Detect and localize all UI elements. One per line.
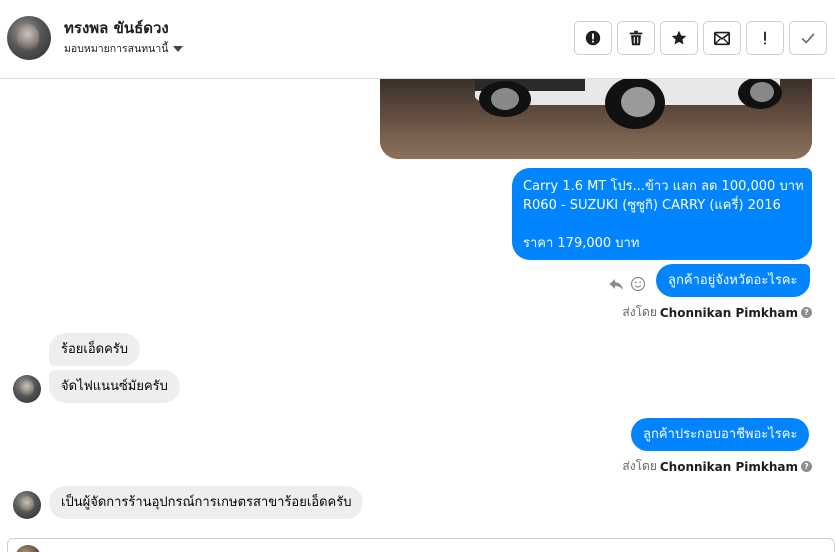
car-photo-attachment[interactable] [380, 79, 812, 159]
contact-avatar[interactable] [7, 16, 51, 60]
smiley-icon[interactable] [630, 276, 646, 292]
star-button[interactable] [660, 21, 698, 55]
caret-down-icon [173, 46, 184, 52]
incoming-message-text: ร้อยเอ็ดครับ [61, 342, 129, 357]
sent-by-prefix: ส่งโดย [622, 459, 657, 473]
incoming-message-text: จัดไฟแนนซ์มัยครับ [61, 379, 168, 394]
conversation-header: ทรงพล ขันธ์ดวง มอบหมายการสนทนานี้ [0, 0, 835, 79]
sent-by-prefix: ส่งโดย [622, 305, 657, 319]
assign-label: มอบหมายการสนทนานี้ [64, 43, 169, 55]
sent-by-name: Chonnikan Pimkham [659, 459, 798, 474]
incoming-message-text: เป็นผู้จัดการร้านอุปกรณ์การเกษตรสาขาร้อย… [61, 495, 352, 510]
outgoing-message[interactable]: ลูกค้าอยู่จังหวัดอะไรคะ [656, 264, 810, 297]
mark-spam-button[interactable] [574, 21, 612, 55]
car-photo-image [380, 79, 812, 159]
trash-icon [629, 30, 643, 46]
alert-circle-icon [585, 30, 601, 46]
mark-unread-icon [713, 31, 731, 46]
check-icon [801, 33, 815, 44]
message-actions [608, 276, 646, 292]
help-icon[interactable]: ? [801, 307, 812, 318]
assign-conversation-dropdown[interactable]: มอบหมายการสนทนานี้ [64, 40, 184, 57]
reply-composer[interactable] [7, 538, 835, 552]
incoming-message[interactable]: เป็นผู้จัดการร้านอุปกรณ์การเกษตรสาขาร้อย… [49, 486, 364, 519]
incoming-message[interactable]: ร้อยเอ็ดครับ [49, 333, 141, 366]
car-listing-message[interactable]: Carry 1.6 MT โปร...ข้าว แลก ลด 100,000 บ… [512, 168, 812, 260]
mark-unread-button[interactable] [703, 21, 741, 55]
car-listing-line2: R060 - SUZUKI (ซูซูกิ) CARRY (แครี่) 201… [523, 198, 781, 213]
outgoing-message-text: ลูกค้าประกอบอาชีพอะไรคะ [643, 427, 798, 442]
star-icon [671, 30, 687, 45]
contact-avatar-small[interactable] [13, 491, 41, 519]
follow-up-button[interactable] [746, 21, 784, 55]
car-listing-line1: Carry 1.6 MT โปร...ข้าว แลก ลด 100,000 บ… [523, 179, 804, 194]
outgoing-message[interactable]: ลูกค้าประกอบอาชีพอะไรคะ [631, 418, 810, 451]
exclamation-icon [764, 31, 766, 45]
header-toolbar [574, 21, 827, 55]
contact-avatar-small[interactable] [13, 375, 41, 403]
sent-by-name: Chonnikan Pimkham [659, 305, 798, 320]
sent-by-label: ส่งโดย Chonnikan Pimkham ? [622, 457, 812, 476]
contact-name[interactable]: ทรงพล ขันธ์ดวง [64, 16, 169, 40]
reply-icon[interactable] [608, 276, 624, 292]
incoming-message[interactable]: จัดไฟแนนซ์มัยครับ [49, 370, 180, 403]
outgoing-message-text: ลูกค้าอยู่จังหวัดอะไรคะ [668, 273, 798, 288]
help-icon[interactable]: ? [801, 461, 812, 472]
car-listing-price: ราคา 179,000 บาท [523, 236, 640, 251]
mark-done-button[interactable] [789, 21, 827, 55]
delete-button[interactable] [617, 21, 655, 55]
sent-by-label: ส่งโดย Chonnikan Pimkham ? [622, 303, 812, 322]
